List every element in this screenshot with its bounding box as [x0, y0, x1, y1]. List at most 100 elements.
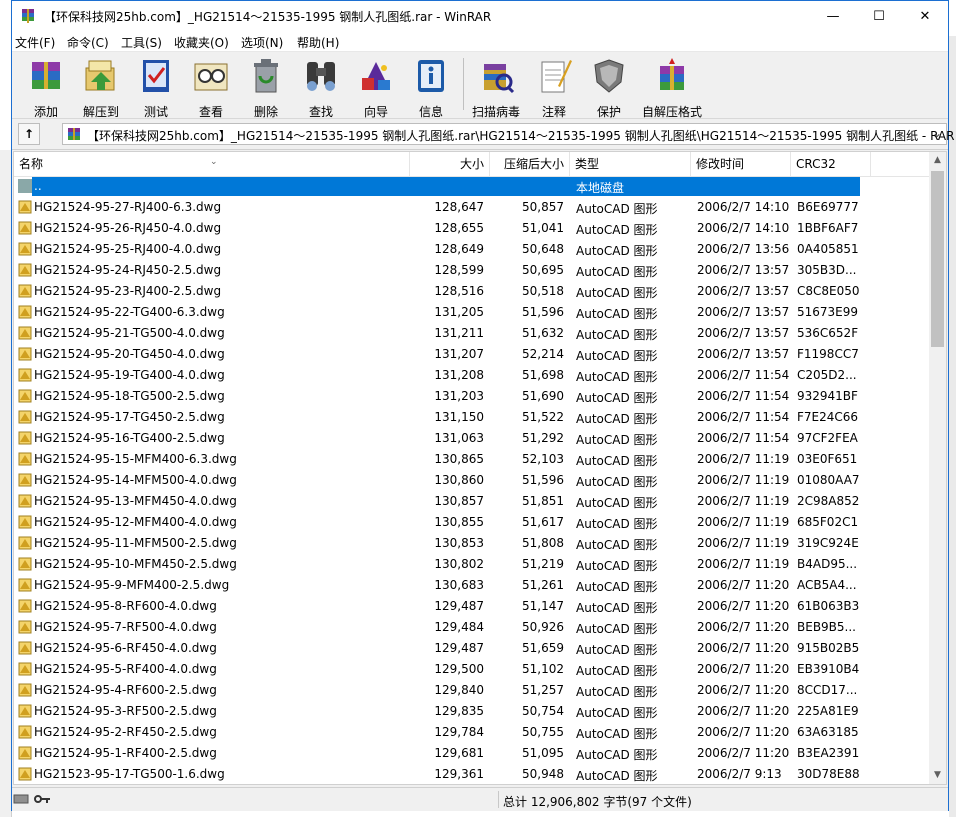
- table-row[interactable]: HG21524-95-2-RF450-2.5.dwg 129,784 50,755 A…: [14, 722, 931, 743]
- table-row[interactable]: HG21524-95-17-TG450-2.5.dwg 131,150 51,522…: [14, 407, 931, 428]
- menu-tools[interactable]: 工具(S): [121, 34, 162, 51]
- delete-button[interactable]: 删除: [238, 54, 294, 119]
- table-row[interactable]: HG21524-95-6-RF450-4.0.dwg 129,487 51,659 A…: [14, 638, 931, 659]
- parent-folder-row[interactable]: .. 本地磁盘: [14, 176, 931, 197]
- table-row[interactable]: HG21524-95-26-RJ450-4.0.dwg 128,655 51,041…: [14, 218, 931, 239]
- dwg-file-icon: [18, 473, 32, 487]
- table-row[interactable]: HG21524-95-1-RF400-2.5.dwg 129,681 51,095 A…: [14, 743, 931, 764]
- file-type: AutoCAD 图形: [576, 286, 658, 300]
- menu-favorites[interactable]: 收藏夹(O): [174, 34, 229, 51]
- table-row[interactable]: HG21524-95-8-RF600-4.0.dwg 129,487 51,147 A…: [14, 596, 931, 617]
- table-row[interactable]: HG21524-95-4-RF600-2.5.dwg 129,840 51,257 A…: [14, 680, 931, 701]
- table-row[interactable]: HG21524-95-16-TG400-2.5.dwg 131,063 51,292…: [14, 428, 931, 449]
- table-row[interactable]: HG21524-95-27-RJ400-6.3.dwg 128,647 50,857…: [14, 197, 931, 218]
- comment-button[interactable]: 注释: [526, 54, 582, 119]
- file-modified: 2006/2/7 11:20: [697, 704, 790, 718]
- menu-file[interactable]: 文件(F): [15, 34, 55, 51]
- file-name: HG21524-95-4-RF600-2.5.dwg: [34, 683, 217, 697]
- maximize-button[interactable]: ☐: [856, 1, 902, 32]
- table-row[interactable]: HG21524-95-11-MFM500-2.5.dwg 130,853 51,80…: [14, 533, 931, 554]
- table-row[interactable]: HG21524-95-12-MFM400-4.0.dwg 130,855 51,61…: [14, 512, 931, 533]
- close-button[interactable]: ✕: [902, 1, 948, 32]
- menu-help[interactable]: 帮助(H): [297, 34, 339, 51]
- table-row[interactable]: HG21524-95-25-RJ400-4.0.dwg 128,649 50,648…: [14, 239, 931, 260]
- table-row[interactable]: HG21524-95-23-RJ400-2.5.dwg 128,516 50,518…: [14, 281, 931, 302]
- table-row[interactable]: HG21524-95-22-TG400-6.3.dwg 131,205 51,596…: [14, 302, 931, 323]
- column-modified[interactable]: 修改时间: [691, 152, 791, 176]
- file-modified: 2006/2/7 11:54: [697, 431, 790, 445]
- virus-scan-button[interactable]: 扫描病毒: [468, 54, 524, 119]
- protect-button[interactable]: 保护: [581, 54, 637, 119]
- file-name: HG21524-95-12-MFM400-4.0.dwg: [34, 515, 237, 529]
- sfx-icon: [660, 58, 684, 90]
- file-list[interactable]: 名称 ⌄ 大小 压缩后大小 类型 修改时间 CRC32 .. 本地磁盘 HG21…: [13, 151, 947, 785]
- table-row[interactable]: HG21524-95-21-TG500-4.0.dwg 131,211 51,632…: [14, 323, 931, 344]
- scroll-thumb[interactable]: [931, 171, 944, 347]
- file-packed-size: 51,147: [522, 599, 564, 613]
- column-crc32[interactable]: CRC32: [791, 152, 871, 176]
- drive-key-icons: [13, 794, 50, 804]
- table-row[interactable]: HG21524-95-15-MFM400-6.3.dwg 130,865 52,10…: [14, 449, 931, 470]
- title-bar[interactable]: 【环保科技网25hb.com】_HG21514～21535-1995 钢制人孔图…: [12, 1, 948, 32]
- extract-to-button[interactable]: 解压到: [73, 54, 129, 119]
- view-button[interactable]: 查看: [183, 54, 239, 119]
- menu-options[interactable]: 选项(N): [241, 34, 283, 51]
- add-button[interactable]: 添加: [18, 54, 74, 119]
- table-row[interactable]: HG21524-95-7-RF500-4.0.dwg 129,484 50,926 A…: [14, 617, 931, 638]
- column-size[interactable]: 大小: [410, 152, 490, 176]
- file-packed-size: 52,103: [522, 452, 564, 466]
- table-row[interactable]: HG21524-95-3-RF500-2.5.dwg 129,835 50,754 A…: [14, 701, 931, 722]
- path-combobox[interactable]: 【环保科技网25hb.com】_HG21514～21535-1995 钢制人孔图…: [62, 123, 954, 145]
- file-packed-size: 51,522: [522, 410, 564, 424]
- scroll-up-arrow[interactable]: ▲: [929, 152, 946, 169]
- file-name: HG21524-95-18-TG500-2.5.dwg: [34, 389, 225, 403]
- chevron-down-icon[interactable]: ⌄: [932, 126, 942, 140]
- file-size: 129,681: [434, 746, 484, 760]
- file-name: HG21524-95-6-RF450-4.0.dwg: [34, 641, 217, 655]
- table-row[interactable]: HG21524-95-10-MFM450-2.5.dwg 130,802 51,21…: [14, 554, 931, 575]
- table-row[interactable]: HG21524-95-18-TG500-2.5.dwg 131,203 51,690…: [14, 386, 931, 407]
- file-crc32: 536C652F: [797, 326, 859, 340]
- info-button[interactable]: 信息: [403, 54, 459, 119]
- file-size: 129,784: [434, 725, 484, 739]
- column-type[interactable]: 类型: [570, 152, 691, 176]
- vertical-scrollbar[interactable]: ▲ ▼: [929, 152, 946, 784]
- dwg-file-icon: [18, 305, 32, 319]
- file-crc32: F7E24C66: [797, 410, 859, 424]
- table-row[interactable]: HG21524-95-19-TG400-4.0.dwg 131,208 51,698…: [14, 365, 931, 386]
- file-size: 131,208: [434, 368, 484, 382]
- file-name: HG21524-95-3-RF500-2.5.dwg: [34, 704, 217, 718]
- scroll-down-arrow[interactable]: ▼: [929, 767, 946, 784]
- up-one-level-button[interactable]: ↑: [18, 123, 40, 145]
- column-name[interactable]: 名称 ⌄: [14, 152, 410, 176]
- table-row[interactable]: HG21524-95-14-MFM500-4.0.dwg 130,860 51,59…: [14, 470, 931, 491]
- file-crc32: 319C924E: [797, 536, 859, 550]
- table-row[interactable]: HG21523-95-17-TG500-1.6.dwg 129,361 50,948…: [14, 764, 931, 784]
- column-packed[interactable]: 压缩后大小: [490, 152, 570, 176]
- minimize-button[interactable]: —: [810, 1, 856, 32]
- file-size: 128,655: [434, 221, 484, 235]
- test-button[interactable]: 测试: [128, 54, 184, 119]
- test-icon: [143, 60, 169, 92]
- file-size: 130,802: [434, 557, 484, 571]
- dwg-file-icon: [18, 347, 32, 361]
- table-row[interactable]: HG21524-95-13-MFM450-4.0.dwg 130,857 51,85…: [14, 491, 931, 512]
- status-total: 总计 12,906,802 字节(97 个文件): [503, 795, 692, 809]
- sfx-button[interactable]: 自解压格式: [636, 54, 708, 119]
- table-row[interactable]: HG21524-95-9-MFM400-2.5.dwg 130,683 51,261…: [14, 575, 931, 596]
- file-modified: 2006/2/7 11:19: [697, 515, 790, 529]
- wizard-button[interactable]: 向导: [348, 54, 404, 119]
- status-bar: 总计 12,906,802 字节(97 个文件): [12, 787, 948, 811]
- file-packed-size: 52,214: [522, 347, 564, 361]
- file-packed-size: 51,617: [522, 515, 564, 529]
- file-packed-size: 50,857: [522, 200, 564, 214]
- delete-label: 删除: [253, 105, 278, 119]
- file-size: 130,683: [434, 578, 484, 592]
- file-type: AutoCAD 图形: [576, 349, 658, 363]
- find-button[interactable]: 查找: [293, 54, 349, 119]
- table-row[interactable]: HG21524-95-24-RJ450-2.5.dwg 128,599 50,695…: [14, 260, 931, 281]
- parent-folder-name: ..: [34, 179, 42, 193]
- table-row[interactable]: HG21524-95-20-TG450-4.0.dwg 131,207 52,214…: [14, 344, 931, 365]
- table-row[interactable]: HG21524-95-5-RF400-4.0.dwg 129,500 51,102 A…: [14, 659, 931, 680]
- menu-commands[interactable]: 命令(C): [67, 34, 109, 51]
